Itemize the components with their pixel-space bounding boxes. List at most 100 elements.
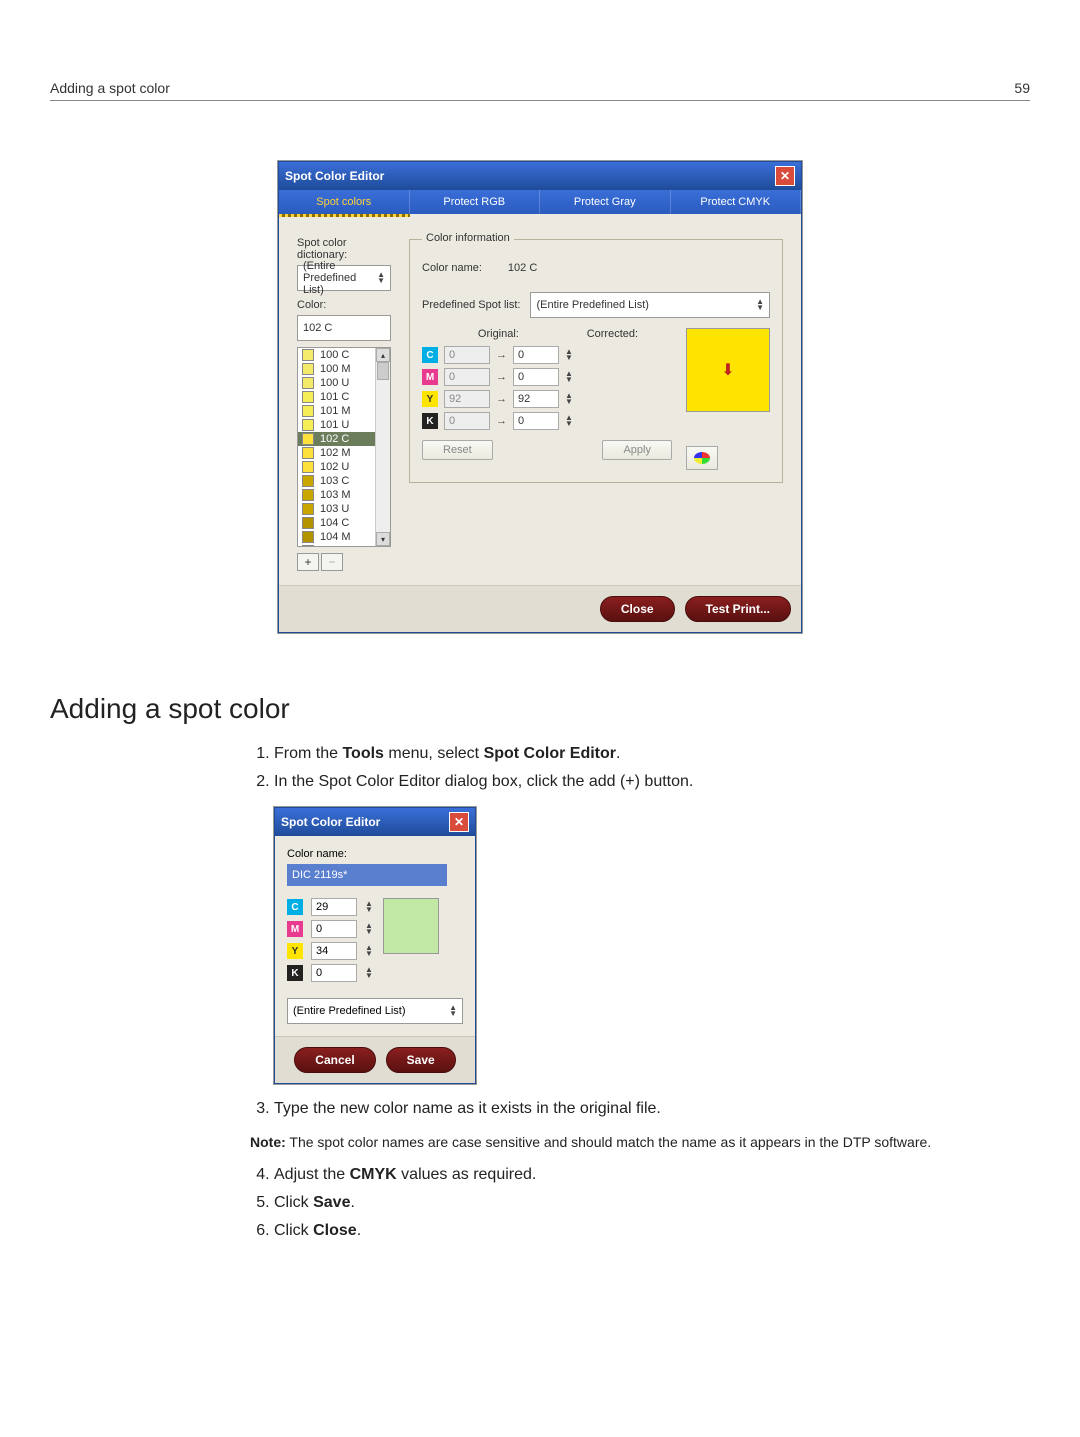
corrected-Y-field[interactable]: 92 xyxy=(513,390,559,408)
mini-title: Spot Color Editor xyxy=(281,815,380,829)
color-name-value: 102 C xyxy=(508,262,537,274)
add-button[interactable]: + xyxy=(297,553,319,571)
preview-arrow-icon: ⬇ xyxy=(721,360,734,380)
cmyk-Y-field[interactable]: 34 xyxy=(311,942,357,960)
corrected-K-field[interactable]: 0 xyxy=(513,412,559,430)
mini-cmyk-row-K: K0▲▼ xyxy=(287,964,373,982)
dict-select[interactable]: (Entire Predefined List) ▲▼ xyxy=(297,265,391,291)
stepper-icon[interactable]: ▲▼ xyxy=(365,901,373,913)
color-label: Color: xyxy=(297,299,391,311)
original-Y-field: 92 xyxy=(444,390,490,408)
channel-M-icon: M xyxy=(422,369,438,385)
color-information-fieldset: Color information Color name: 102 C Pred… xyxy=(409,239,783,483)
list-item[interactable]: 103 C xyxy=(298,474,376,488)
color-input[interactable]: 102 C xyxy=(297,315,391,341)
scrollbar[interactable]: ▴ ▾ xyxy=(375,348,390,546)
stepper-icon[interactable]: ▲▼ xyxy=(365,945,373,957)
list-item[interactable]: 103 U xyxy=(298,502,376,516)
step-3: Type the new color name as it exists in … xyxy=(274,1100,1030,1118)
close-button[interactable]: Close xyxy=(600,596,675,622)
original-M-field: 0 xyxy=(444,368,490,386)
list-item[interactable]: 102 C xyxy=(298,432,376,446)
scroll-up-icon[interactable]: ▴ xyxy=(376,348,390,362)
chevron-updown-icon: ▲▼ xyxy=(449,1005,457,1017)
step-5: Click Save. xyxy=(274,1194,1030,1212)
tab-protect-rgb[interactable]: Protect RGB xyxy=(410,190,541,214)
list-item[interactable]: 100 M xyxy=(298,362,376,376)
stepper-icon[interactable]: ▲▼ xyxy=(565,349,573,361)
stepper-icon[interactable]: ▲▼ xyxy=(565,415,573,427)
list-item[interactable]: 104 C xyxy=(298,516,376,530)
list-item[interactable]: 103 M xyxy=(298,488,376,502)
list-item-label: 102 M xyxy=(320,447,351,459)
original-C-field: 0 xyxy=(444,346,490,364)
section-heading: Adding a spot color xyxy=(50,693,1030,725)
stepper-icon[interactable]: ▲▼ xyxy=(365,967,373,979)
chevron-updown-icon: ▲▼ xyxy=(377,272,385,284)
list-item[interactable]: 101 U xyxy=(298,418,376,432)
reset-button[interactable]: Reset xyxy=(422,440,493,460)
predef-select[interactable]: (Entire Predefined List) ▲▼ xyxy=(530,292,770,318)
cmyk-row-C: C0→0▲▼ xyxy=(422,346,672,364)
corrected-M-field[interactable]: 0 xyxy=(513,368,559,386)
page-number: 59 xyxy=(1014,80,1030,96)
tab-protect-cmyk[interactable]: Protect CMYK xyxy=(671,190,802,214)
color-preview-swatch: ⬇ xyxy=(686,328,770,412)
fieldset-legend: Color information xyxy=(422,232,514,244)
color-picker-button[interactable] xyxy=(686,446,718,470)
swatch-icon xyxy=(302,405,314,417)
list-item[interactable]: 101 C xyxy=(298,390,376,404)
channel-Y-icon: Y xyxy=(422,391,438,407)
swatch-icon xyxy=(302,447,314,459)
cmyk-M-field[interactable]: 0 xyxy=(311,920,357,938)
list-item[interactable]: 102 U xyxy=(298,460,376,474)
tab-spot-colors[interactable]: Spot colors xyxy=(279,190,410,214)
stepper-icon[interactable]: ▲▼ xyxy=(565,393,573,405)
color-listbox[interactable]: 100 C100 M100 U101 C101 M101 U102 C102 M… xyxy=(297,347,391,547)
predef-value: (Entire Predefined List) xyxy=(536,299,649,311)
color-name-label: Color name: xyxy=(422,262,482,274)
list-item[interactable]: 102 M xyxy=(298,446,376,460)
test-print-button[interactable]: Test Print... xyxy=(685,596,791,622)
cmyk-row-M: M0→0▲▼ xyxy=(422,368,672,386)
swatch-icon xyxy=(302,517,314,529)
cancel-button[interactable]: Cancel xyxy=(294,1047,375,1073)
close-icon[interactable]: ✕ xyxy=(449,812,469,832)
arrow-right-icon: → xyxy=(496,371,507,383)
cmyk-K-field[interactable]: 0 xyxy=(311,964,357,982)
list-item-label: 104 M xyxy=(320,531,351,543)
stepper-icon[interactable]: ▲▼ xyxy=(565,371,573,383)
save-button[interactable]: Save xyxy=(386,1047,456,1073)
swatch-icon xyxy=(302,419,314,431)
instruction-list-cont: Type the new color name as it exists in … xyxy=(250,1100,1030,1118)
dialog-footer: Close Test Print... xyxy=(279,585,801,632)
mini-predef-select[interactable]: (Entire Predefined List) ▲▼ xyxy=(287,998,463,1024)
list-item[interactable]: 101 M xyxy=(298,404,376,418)
corrected-C-field[interactable]: 0 xyxy=(513,346,559,364)
cmyk-C-field[interactable]: 29 xyxy=(311,898,357,916)
list-item[interactable]: 104 U xyxy=(298,544,376,547)
mini-cmyk-row-M: M0▲▼ xyxy=(287,920,373,938)
scroll-down-icon[interactable]: ▾ xyxy=(376,532,390,546)
step-2: In the Spot Color Editor dialog box, cli… xyxy=(274,773,1030,791)
list-item[interactable]: 104 M xyxy=(298,530,376,544)
note: Note: The spot color names are case sens… xyxy=(250,1134,1030,1150)
swatch-icon xyxy=(302,475,314,487)
list-item[interactable]: 100 U xyxy=(298,376,376,390)
instruction-list-cont2: Adjust the CMYK values as required. Clic… xyxy=(250,1166,1030,1240)
color-name-field[interactable]: DIC 2119s* xyxy=(287,864,447,886)
stepper-icon[interactable]: ▲▼ xyxy=(365,923,373,935)
swatch-icon xyxy=(302,363,314,375)
scroll-thumb[interactable] xyxy=(377,362,389,380)
remove-button[interactable]: − xyxy=(321,553,343,571)
list-item-label: 102 U xyxy=(320,461,349,473)
tab-protect-gray[interactable]: Protect Gray xyxy=(540,190,671,214)
close-icon[interactable]: ✕ xyxy=(775,166,795,186)
swatch-icon xyxy=(302,503,314,515)
color-wheel-icon xyxy=(694,452,710,464)
swatch-icon xyxy=(302,461,314,473)
list-item-label: 103 U xyxy=(320,503,349,515)
add-spot-color-dialog: Spot Color Editor ✕ Color name: DIC 2119… xyxy=(274,807,476,1084)
apply-button[interactable]: Apply xyxy=(602,440,672,460)
list-item[interactable]: 100 C xyxy=(298,348,376,362)
